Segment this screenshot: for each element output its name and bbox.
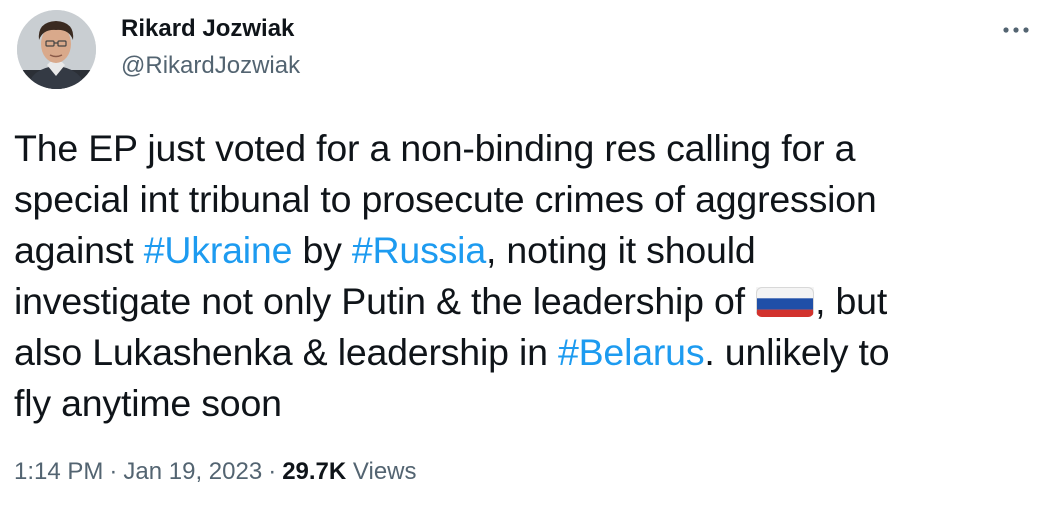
meta-separator: · — [268, 458, 277, 485]
author-handle[interactable]: @RikardJozwiak — [121, 52, 300, 80]
avatar[interactable] — [17, 10, 96, 89]
tweet-line: The EP just voted for a non-binding res … — [14, 123, 1044, 174]
tweet-line: fly anytime soon — [14, 378, 1044, 429]
more-horizontal-icon — [1003, 27, 1029, 33]
tweet-date[interactable]: Jan 19, 2023 — [123, 458, 262, 485]
tweet-text-segment: , noting it should — [485, 229, 756, 271]
tweet-text-segment: special int tribunal to prosecute crimes… — [14, 178, 877, 220]
profile-photo — [17, 10, 96, 89]
hashtag-link[interactable]: #Russia — [352, 229, 486, 271]
tweet-line: against #Ukraine by #Russia, noting it s… — [14, 225, 1044, 276]
tweet-text-segment: The EP just voted for a non-binding res … — [14, 127, 856, 169]
more-options-button[interactable] — [996, 12, 1036, 46]
tweet-text: The EP just voted for a non-binding res … — [14, 123, 1044, 429]
meta-separator: · — [109, 458, 118, 485]
tweet-line: also Lukashenka & leadership in #Belarus… — [14, 327, 1044, 378]
tweet-text-segment: . unlikely to — [704, 331, 890, 373]
tweet-text-segment: by — [292, 229, 352, 271]
views-label: Views — [352, 458, 417, 485]
hashtag-link[interactable]: #Belarus — [558, 331, 705, 373]
hashtag-link[interactable]: #Ukraine — [144, 229, 293, 271]
tweet-text-segment: fly anytime soon — [14, 382, 282, 424]
tweet-meta: 1:14 PM · Jan 19, 2023 · 29.7K Views — [14, 458, 417, 486]
tweet-line: special int tribunal to prosecute crimes… — [14, 174, 1044, 225]
author-name[interactable]: Rikard Jozwiak — [121, 15, 294, 43]
tweet-text-segment: investigate not only Putin & the leaders… — [14, 280, 756, 322]
tweet-time[interactable]: 1:14 PM — [14, 458, 103, 485]
views-count: 29.7K — [282, 458, 347, 485]
tweet-text-segment: against — [14, 229, 144, 271]
tweet-line: investigate not only Putin & the leaders… — [14, 276, 1044, 327]
russia-flag-icon — [756, 283, 815, 317]
tweet-text-segment: also Lukashenka & leadership in — [14, 331, 558, 373]
tweet-text-segment: , but — [815, 280, 888, 322]
